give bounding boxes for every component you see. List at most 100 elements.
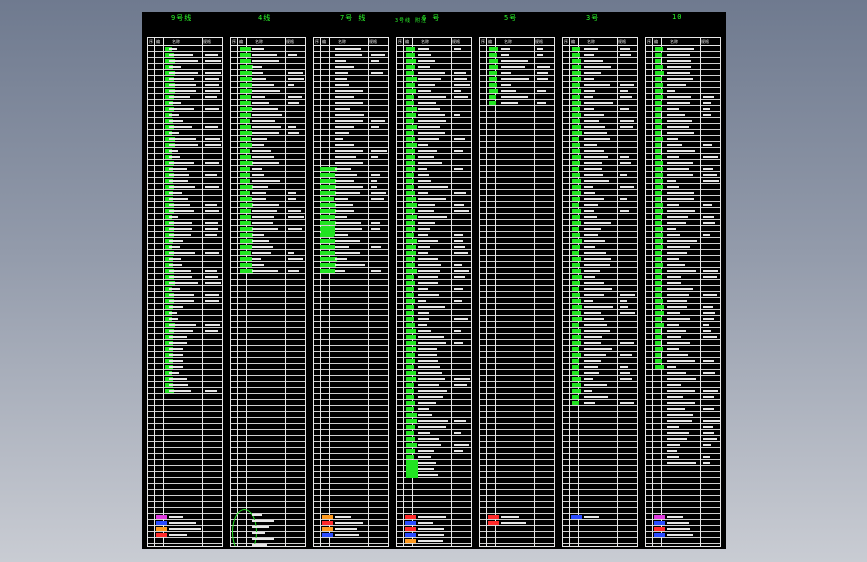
column-divider: [652, 38, 653, 546]
row-spec: [620, 342, 634, 344]
row-text: [169, 264, 182, 266]
legend-swatch: [405, 539, 416, 543]
row-text: [252, 132, 280, 134]
row-marker: [406, 323, 416, 327]
row-text: [584, 198, 604, 200]
row-text: [584, 204, 598, 206]
row-text: [418, 84, 436, 86]
row-spec: [454, 78, 467, 80]
row-spec: [371, 180, 378, 182]
row-spec: [703, 156, 719, 158]
row-text: [667, 264, 685, 266]
row-text: [667, 66, 691, 68]
row-marker: [572, 119, 580, 123]
row-marker: [572, 101, 581, 105]
row-marker: [655, 101, 662, 105]
row-marker: [320, 215, 335, 219]
row-marker: [406, 413, 417, 417]
row-text: [667, 438, 688, 440]
row-text: [169, 174, 190, 176]
row-marker: [406, 389, 415, 393]
row-text: [418, 276, 438, 278]
header-cell: 编: [322, 39, 326, 44]
row-text: [418, 438, 440, 440]
row-marker: [240, 125, 251, 129]
row-spec: [703, 444, 712, 446]
row-text: [335, 216, 348, 218]
row-text: [584, 396, 608, 398]
row-text: [169, 60, 199, 62]
column-divider: [495, 38, 496, 546]
row-marker: [406, 113, 417, 117]
row-text: [667, 342, 691, 344]
row-text: [418, 300, 427, 302]
header-cell: 名称: [670, 39, 678, 44]
legend-text: [418, 522, 434, 524]
row-spec: [454, 72, 467, 74]
row-marker: [489, 95, 497, 99]
row-text: [252, 240, 270, 242]
row-marker: [406, 305, 415, 309]
row-text: [335, 228, 362, 230]
row-text: [501, 96, 529, 98]
row-marker: [655, 53, 662, 57]
row-text: [584, 84, 611, 86]
row-marker: [406, 53, 416, 57]
row-text: [418, 252, 429, 254]
legend-text: [418, 534, 445, 536]
row-spec: [205, 174, 217, 176]
row-marker: [489, 77, 498, 81]
row-text: [169, 114, 180, 116]
row-marker: [240, 113, 252, 117]
row-spec: [454, 450, 464, 452]
row-text: [252, 252, 271, 254]
row-marker: [406, 347, 416, 351]
row-text: [418, 222, 435, 224]
row-marker: [406, 239, 417, 243]
row-text: [584, 180, 609, 182]
row-spec: [371, 150, 387, 152]
row-spec: [703, 330, 711, 332]
row-text: [501, 84, 511, 86]
row-text: [335, 96, 354, 98]
row-marker: [572, 65, 581, 69]
row-text: [418, 270, 441, 272]
group-g1-table: 序编 名称 规格: [147, 37, 223, 547]
row-text: [418, 156, 435, 158]
row-spec: [454, 138, 465, 140]
row-marker: [406, 437, 416, 441]
row-text: [169, 366, 183, 368]
row-marker: [406, 335, 416, 339]
row-marker: [406, 221, 416, 225]
row-text: [169, 324, 197, 326]
row-text: [418, 48, 430, 50]
row-spec: [288, 126, 297, 128]
row-spec: [703, 462, 710, 464]
row-text: [584, 108, 594, 110]
row-spec: [205, 96, 217, 98]
row-text: [584, 132, 607, 134]
row-spec: [703, 324, 710, 326]
row-text: [169, 48, 177, 50]
legend-text: [169, 522, 196, 524]
row-text: [501, 54, 510, 56]
header-cell: 序: [647, 39, 651, 44]
row-spec: [454, 264, 462, 266]
row-spec: [288, 252, 295, 254]
row-text: [418, 60, 435, 62]
row-text: [335, 240, 360, 242]
row-spec: [537, 90, 546, 92]
column-divider: [451, 38, 452, 546]
row-text: [667, 330, 687, 332]
row-spec: [703, 102, 711, 104]
row-spec: [454, 234, 463, 236]
column-divider: [617, 38, 618, 546]
row-spec: [288, 216, 304, 218]
row-spec: [703, 426, 713, 428]
row-marker: [572, 161, 581, 165]
row-text: [169, 138, 197, 140]
row-marker: [572, 383, 581, 387]
row-marker: [655, 347, 663, 351]
legend-text: [584, 516, 599, 518]
row-marker: [655, 167, 664, 171]
